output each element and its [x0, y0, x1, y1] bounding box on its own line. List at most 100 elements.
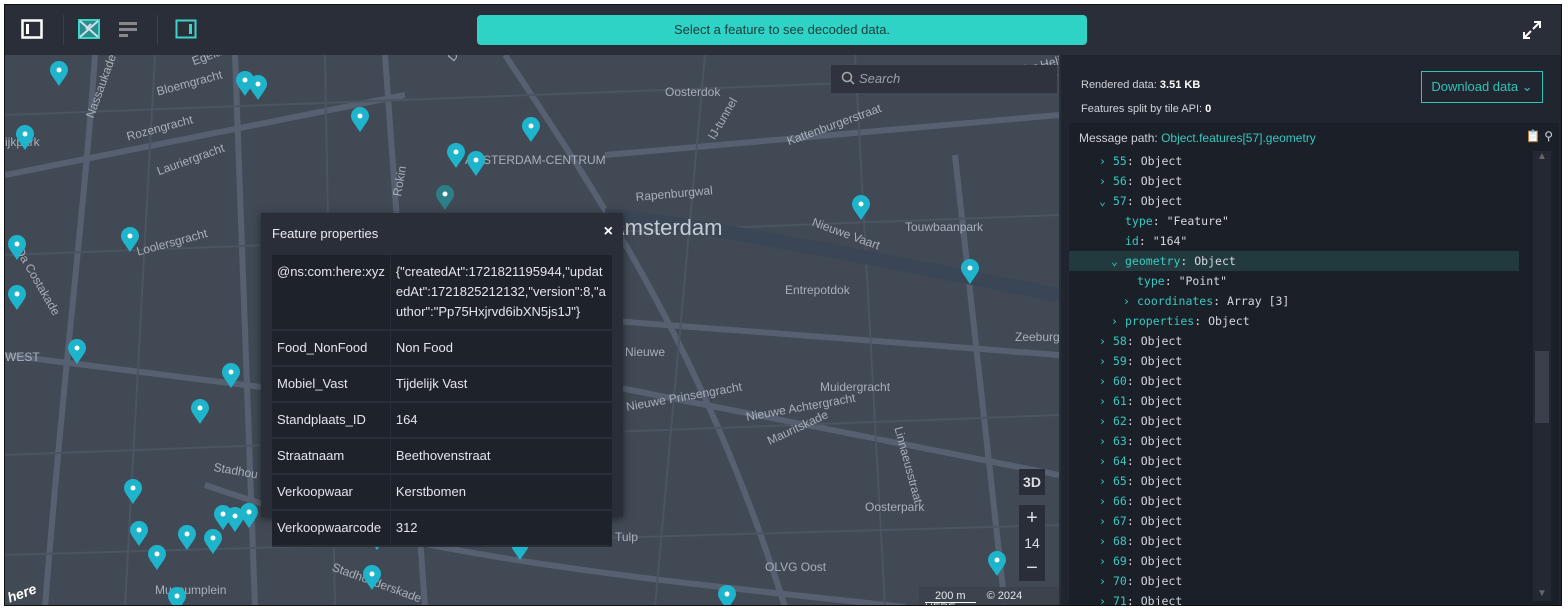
feature-marker[interactable]: [521, 117, 541, 143]
property-row: Straatnaam Beethovenstraat: [272, 438, 612, 475]
close-icon[interactable]: ×: [604, 223, 613, 241]
chevron-right-icon[interactable]: ›: [1099, 171, 1113, 191]
map-canvas[interactable]: NassaukadeBloemgrachtRozengrachtEgelaDam…: [5, 55, 1059, 605]
feature-marker[interactable]: [147, 545, 167, 571]
tree-key: 65: [1113, 474, 1127, 488]
feature-marker[interactable]: [960, 259, 980, 285]
tree-node[interactable]: › coordinates: Array [3]: [1069, 291, 1519, 311]
scroll-up-icon[interactable]: ▲: [1533, 151, 1551, 162]
json-tree: Message path: Object.features[57].geomet…: [1069, 123, 1559, 605]
chevron-right-icon[interactable]: ›: [1123, 291, 1137, 311]
search-input[interactable]: Search: [831, 65, 1057, 93]
feature-marker[interactable]: [239, 503, 259, 529]
feature-marker[interactable]: [15, 125, 35, 151]
tree-node[interactable]: ⌄ geometry: Object: [1069, 251, 1519, 271]
tree-node[interactable]: › 68: Object: [1069, 531, 1519, 551]
search-icon[interactable]: ⚲: [1544, 129, 1553, 143]
chevron-right-icon[interactable]: ›: [1099, 351, 1113, 371]
chevron-right-icon[interactable]: ›: [1099, 511, 1113, 531]
property-row: Standplaats_ID 164: [272, 402, 612, 439]
tree-node[interactable]: › 65: Object: [1069, 471, 1519, 491]
chevron-right-icon[interactable]: ›: [1099, 551, 1113, 571]
feature-marker[interactable]: [987, 551, 1007, 577]
scrollbar-thumb[interactable]: [1535, 351, 1549, 423]
chevron-right-icon[interactable]: ›: [1099, 491, 1113, 511]
zoom-in-button[interactable]: +: [1019, 505, 1045, 531]
tree-node[interactable]: › 59: Object: [1069, 351, 1519, 371]
feature-marker[interactable]: [190, 399, 210, 425]
tree-node[interactable]: › 70: Object: [1069, 571, 1519, 591]
feature-marker[interactable]: [167, 587, 187, 605]
3d-toggle-button[interactable]: 3D: [1019, 469, 1045, 495]
chevron-down-icon[interactable]: ⌄: [1099, 191, 1113, 211]
right-panel-toggle-icon[interactable]: [175, 19, 197, 39]
feature-marker[interactable]: [7, 285, 27, 311]
feature-marker[interactable]: [129, 521, 149, 547]
path-value: Object.features[57].geometry: [1161, 131, 1316, 145]
feature-marker[interactable]: [446, 143, 466, 169]
left-panel-toggle-icon[interactable]: [21, 19, 43, 39]
feature-marker[interactable]: [67, 339, 87, 365]
clipboard-icon[interactable]: 📋: [1526, 129, 1541, 143]
feature-marker[interactable]: [123, 479, 143, 505]
tree-node[interactable]: id: "164": [1069, 231, 1519, 251]
selected-feature-marker[interactable]: [435, 185, 455, 211]
feature-marker[interactable]: [177, 525, 197, 551]
tree-node[interactable]: ⌄ 57: Object: [1069, 191, 1519, 211]
feature-marker[interactable]: [120, 227, 140, 253]
list-view-icon[interactable]: [118, 19, 140, 39]
feature-marker[interactable]: [717, 585, 737, 605]
tree-node[interactable]: › 55: Object: [1069, 151, 1519, 171]
chevron-right-icon[interactable]: ›: [1099, 431, 1113, 451]
property-key: Standplaats_ID: [272, 402, 391, 439]
chevron-right-icon[interactable]: ›: [1111, 311, 1125, 331]
tree-node[interactable]: › 67: Object: [1069, 511, 1519, 531]
fullscreen-icon[interactable]: [1521, 19, 1543, 41]
tree-value: Object: [1140, 394, 1183, 408]
map-label: WEST: [5, 350, 40, 364]
feature-marker[interactable]: [203, 529, 223, 555]
feature-properties-popup: Feature properties × @ns:com:here:xyz {"c…: [261, 213, 623, 547]
feature-marker[interactable]: [248, 75, 268, 101]
tree-node[interactable]: › 56: Object: [1069, 171, 1519, 191]
feature-marker[interactable]: [7, 235, 27, 261]
map-view-icon[interactable]: [78, 19, 100, 39]
chevron-right-icon[interactable]: ›: [1099, 371, 1113, 391]
tree-node[interactable]: › 66: Object: [1069, 491, 1519, 511]
tree-node[interactable]: › 63: Object: [1069, 431, 1519, 451]
chevron-right-icon[interactable]: ›: [1099, 151, 1113, 171]
chevron-down-icon[interactable]: ⌄: [1111, 251, 1125, 271]
chevron-right-icon[interactable]: ›: [1099, 411, 1113, 431]
tree-node[interactable]: › 61: Object: [1069, 391, 1519, 411]
chevron-right-icon[interactable]: ›: [1099, 391, 1113, 411]
feature-marker[interactable]: [362, 565, 382, 591]
feature-marker[interactable]: [221, 363, 241, 389]
tree-node[interactable]: › properties: Object: [1069, 311, 1519, 331]
chevron-right-icon[interactable]: ›: [1099, 451, 1113, 471]
chevron-right-icon[interactable]: ›: [1099, 471, 1113, 491]
scroll-down-icon[interactable]: ▼: [1533, 588, 1551, 599]
feature-marker[interactable]: [350, 107, 370, 133]
tree-node[interactable]: › 71: Object: [1069, 591, 1519, 605]
chevron-right-icon[interactable]: ›: [1099, 571, 1113, 591]
chevron-right-icon[interactable]: ›: [1099, 331, 1113, 351]
chevron-down-icon: ⌄: [1521, 79, 1533, 94]
feature-marker[interactable]: [851, 195, 871, 221]
tree-node[interactable]: type: "Feature": [1069, 211, 1519, 231]
zoom-out-button[interactable]: −: [1019, 555, 1045, 581]
property-value: Kerstbomen: [390, 474, 612, 511]
feature-marker[interactable]: [466, 151, 486, 177]
tree-node[interactable]: › 60: Object: [1069, 371, 1519, 391]
tree-node[interactable]: › 58: Object: [1069, 331, 1519, 351]
property-key: Verkoopwaarcode: [272, 510, 391, 547]
tree-value: Object: [1140, 574, 1183, 588]
download-data-button[interactable]: Download data ⌄: [1421, 71, 1543, 103]
feature-marker[interactable]: [49, 61, 69, 87]
chevron-right-icon[interactable]: ›: [1099, 531, 1113, 551]
scrollbar[interactable]: ▲ ▼: [1533, 151, 1551, 601]
tree-node[interactable]: type: "Point": [1069, 271, 1519, 291]
chevron-right-icon[interactable]: ›: [1099, 591, 1113, 605]
tree-node[interactable]: › 64: Object: [1069, 451, 1519, 471]
tree-node[interactable]: › 69: Object: [1069, 551, 1519, 571]
tree-node[interactable]: › 62: Object: [1069, 411, 1519, 431]
